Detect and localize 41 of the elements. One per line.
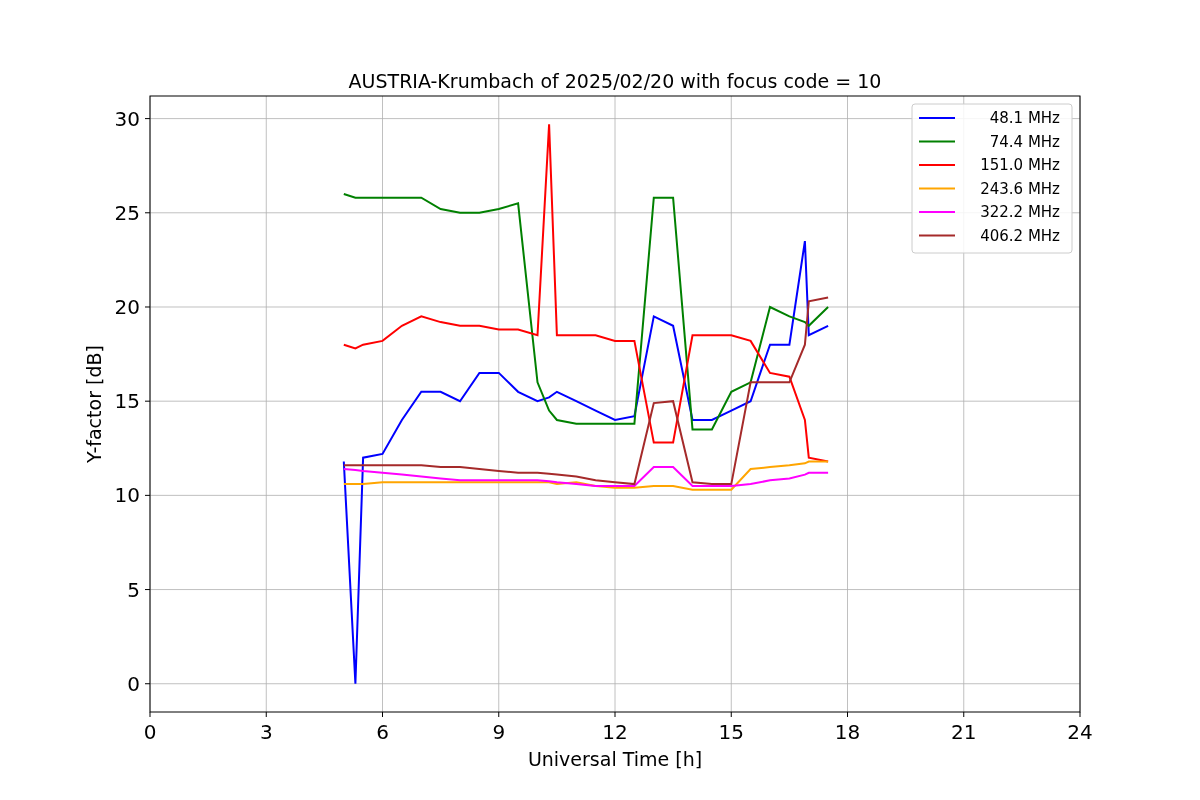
legend-label: 48.1 MHz	[989, 109, 1060, 127]
x-tick-mark	[614, 711, 616, 718]
x-tick-mark	[149, 711, 151, 718]
x-tick-mark	[382, 711, 383, 718]
x-tick-label: 9	[492, 720, 506, 744]
legend-label: 322.2 MHz	[980, 203, 1060, 221]
x-tick-label: 15	[718, 720, 744, 744]
legend-label: 406.2 MHz	[980, 226, 1060, 245]
chart-title: AUSTRIA-Krumbach of 2025/02/20 with focus code = 10	[348, 70, 882, 92]
x-tick-mark	[1079, 711, 1081, 718]
x-tick-mark	[730, 711, 732, 718]
y-tick-mark	[144, 306, 151, 308]
x-tick-label: 21	[951, 720, 977, 744]
y-tick-label: 5	[127, 577, 140, 602]
x-axis-title: Universal Time [h]	[527, 748, 703, 770]
legend-label: 74.4 MHz	[989, 132, 1060, 151]
x-tick-label: 12	[602, 720, 628, 744]
y-tick-label: 30	[114, 106, 140, 131]
y-tick-label: 20	[114, 295, 140, 319]
y-tick-mark	[144, 118, 151, 120]
x-tick-label: 6	[376, 720, 389, 744]
y-axis-title: Y-factor [dB]	[83, 345, 105, 463]
x-tick-label: 18	[834, 720, 861, 744]
x-tick-mark	[847, 711, 848, 718]
y-tick-mark	[144, 494, 151, 496]
legend-label: 151.0 MHz	[980, 156, 1060, 174]
x-tick-label: 3	[259, 720, 273, 744]
x-tick-mark	[498, 711, 500, 718]
x-tick-label: 0	[143, 720, 157, 744]
y-tick-mark	[144, 589, 151, 591]
x-tick-mark	[265, 711, 267, 718]
legend-label: 243.6 MHz	[980, 179, 1060, 198]
y-tick-label: 10	[114, 483, 140, 508]
y-tick-mark	[144, 212, 151, 214]
y-tick-mark	[144, 683, 151, 685]
y-tick-mark	[144, 400, 151, 402]
y-tick-label: 15	[114, 389, 140, 414]
x-tick-label: 24	[1067, 720, 1093, 744]
y-tick-label: 0	[127, 671, 140, 696]
y-tick-label: 25	[114, 200, 140, 225]
x-tick-mark	[963, 711, 965, 718]
